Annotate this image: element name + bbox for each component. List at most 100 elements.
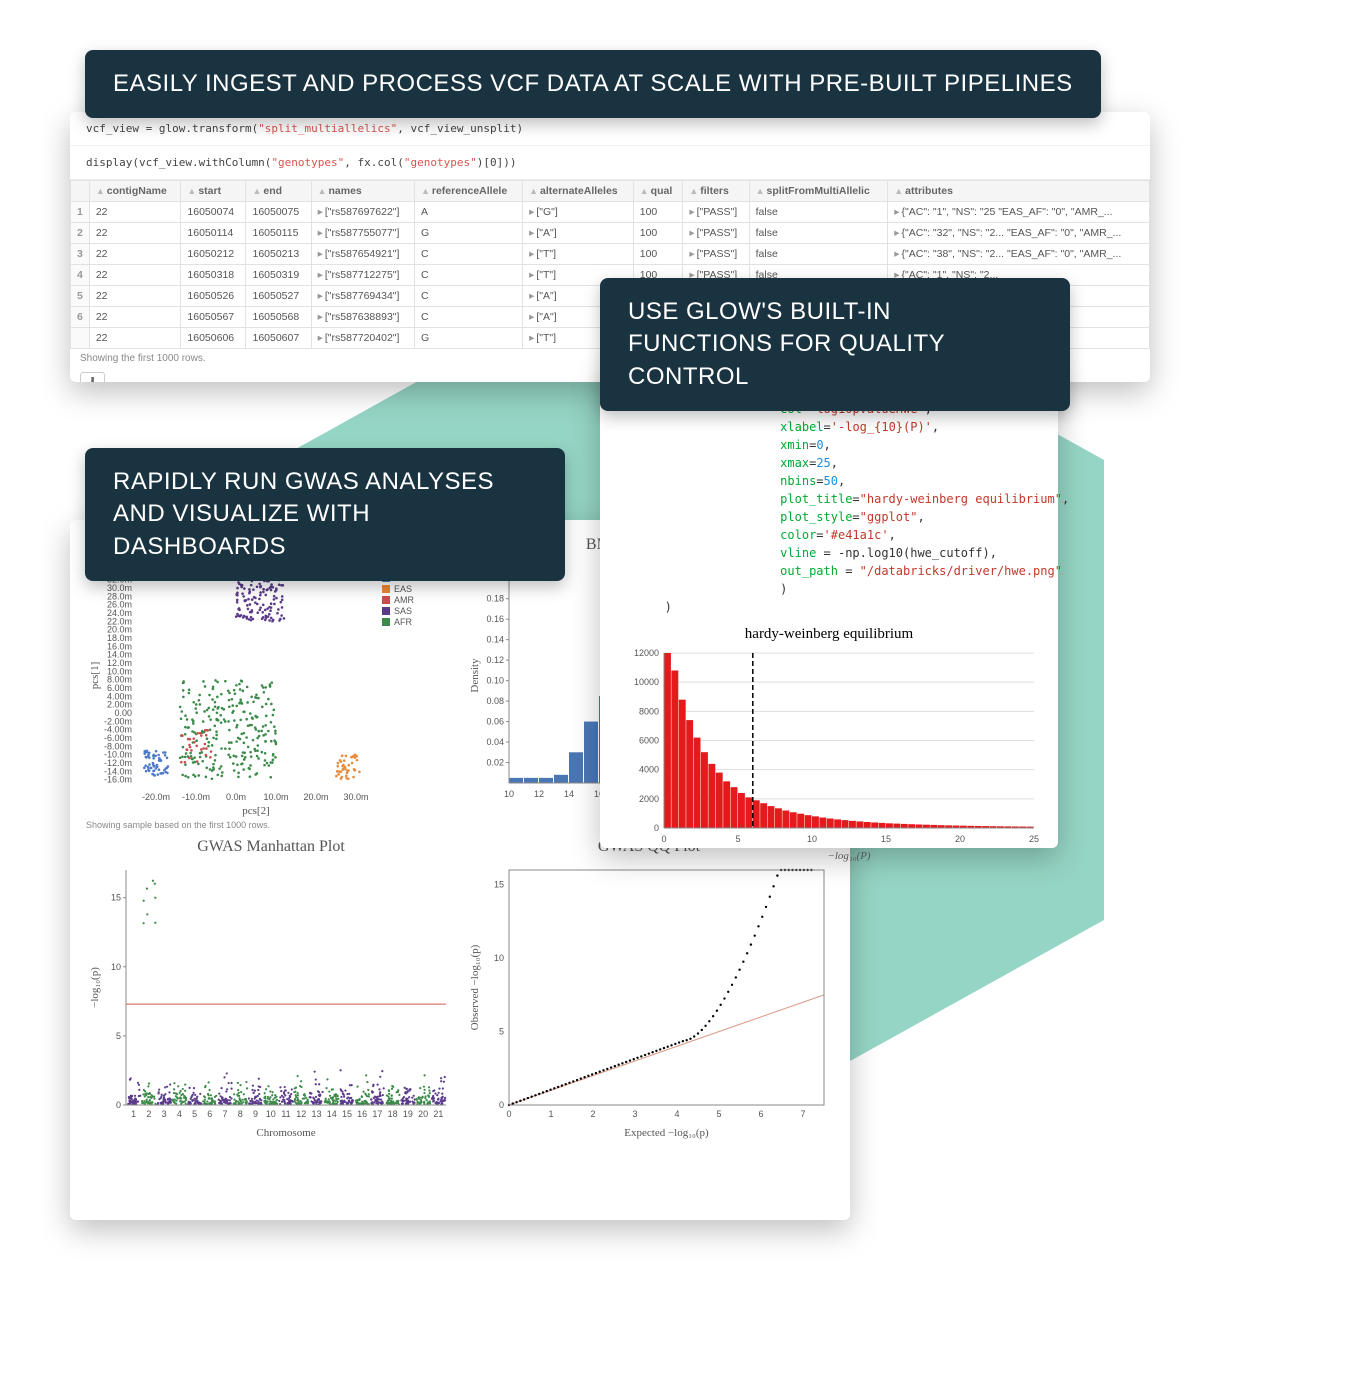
svg-text:-10.0m: -10.0m [182,792,210,802]
svg-text:4000: 4000 [639,765,659,775]
svg-text:13: 13 [311,1109,321,1119]
svg-text:1: 1 [548,1109,553,1119]
col-qual[interactable]: ▲qual [633,181,683,202]
callout-gwas: RAPIDLY RUN GWAS ANALYSES AND VISUALIZE … [85,448,565,581]
svg-text:0.12: 0.12 [486,655,504,665]
svg-text:0: 0 [661,834,666,844]
download-button[interactable]: ⬇ [80,372,105,382]
svg-text:10: 10 [266,1109,276,1119]
col-splitFromMultiAllelic[interactable]: ▲splitFromMultiAllelic [749,181,888,202]
svg-text:14: 14 [327,1109,337,1119]
svg-text:0: 0 [116,1100,121,1110]
svg-text:5: 5 [735,834,740,844]
svg-text:AMR: AMR [394,595,415,605]
col-referenceAllele[interactable]: ▲referenceAllele [414,181,522,202]
svg-text:SAS: SAS [394,606,412,616]
svg-text:3: 3 [632,1109,637,1119]
svg-text:0.10: 0.10 [486,676,504,686]
svg-text:pcs[2]: pcs[2] [242,805,270,817]
col-end[interactable]: ▲end [246,181,311,202]
svg-text:6000: 6000 [639,736,659,746]
svg-text:7: 7 [223,1109,228,1119]
callout-ingest: EASILY INGEST AND PROCESS VCF DATA AT SC… [85,50,1101,118]
svg-text:14: 14 [564,789,574,799]
svg-text:17: 17 [372,1109,382,1119]
col-names[interactable]: ▲names [311,181,414,202]
col-filters[interactable]: ▲filters [683,181,749,202]
qc-panel: display(plot_histogram(df=hwe.select("lo… [600,368,1058,848]
manhattan-chart: GWAS Manhattan Plot 05101512345678910111… [86,838,456,1140]
svg-text:30.0m: 30.0m [343,792,368,802]
svg-text:2: 2 [590,1109,595,1119]
svg-text:10: 10 [111,962,121,972]
svg-text:4: 4 [177,1109,182,1119]
svg-text:Chromosome: Chromosome [256,1127,315,1139]
svg-text:15: 15 [342,1109,352,1119]
qq-chart: GWAS QQ Plot 05101501234567Expected −log… [464,838,834,1140]
svg-text:15: 15 [494,880,504,890]
table-row[interactable]: 2221605011416050115▸["rs587755077"]G▸["A… [71,223,1150,244]
svg-text:5: 5 [716,1109,721,1119]
table-row[interactable]: 1221605007416050075▸["rs587697622"]A▸["G… [71,202,1150,223]
svg-text:Expected −log₁₀(p): Expected −log₁₀(p) [624,1127,709,1139]
hwe-chart: hardy-weinberg equilibrium 0200040006000… [614,626,1044,863]
svg-text:8: 8 [238,1109,243,1119]
svg-text:6: 6 [207,1109,212,1119]
svg-text:AFR: AFR [394,617,413,627]
table-row[interactable]: 3221605021216050213▸["rs587654921"]C▸["T… [71,244,1150,265]
svg-text:5: 5 [192,1109,197,1119]
svg-text:4: 4 [674,1109,679,1119]
svg-text:0.02: 0.02 [486,758,504,768]
svg-text:10: 10 [504,789,514,799]
svg-text:0.18: 0.18 [486,594,504,604]
svg-text:8000: 8000 [639,706,659,716]
svg-text:12000: 12000 [634,648,659,658]
col-attributes[interactable]: ▲attributes [888,181,1150,202]
svg-text:5: 5 [499,1027,504,1037]
svg-text:6: 6 [758,1109,763,1119]
svg-text:0.08: 0.08 [486,696,504,706]
svg-text:0.0m: 0.0m [226,792,246,802]
col-alternateAlleles[interactable]: ▲alternateAlleles [523,181,634,202]
python-code: display(plot_histogram(df=hwe.select("lo… [614,382,1044,616]
svg-text:10000: 10000 [634,677,659,687]
svg-text:12: 12 [296,1109,306,1119]
svg-text:0.14: 0.14 [486,635,504,645]
svg-text:7: 7 [800,1109,805,1119]
svg-text:15: 15 [881,834,891,844]
svg-text:5: 5 [116,1031,121,1041]
svg-text:9: 9 [253,1109,258,1119]
col-start[interactable]: ▲start [181,181,246,202]
svg-text:2000: 2000 [639,794,659,804]
svg-text:20: 20 [418,1109,428,1119]
svg-text:19: 19 [403,1109,413,1119]
svg-text:11: 11 [281,1109,290,1119]
svg-text:0.06: 0.06 [486,717,504,727]
svg-text:10: 10 [494,953,504,963]
svg-text:16: 16 [357,1109,367,1119]
svg-text:18: 18 [388,1109,398,1119]
col-contigName[interactable]: ▲contigName [89,181,181,202]
svg-text:pcs[1]: pcs[1] [89,662,101,690]
svg-text:0: 0 [506,1109,511,1119]
svg-text:0: 0 [654,823,659,833]
svg-text:20.0m: 20.0m [303,792,328,802]
svg-text:−log₁₀(P): −log₁₀(P) [827,850,871,862]
svg-text:10.0m: 10.0m [263,792,288,802]
svg-text:0.04: 0.04 [486,737,504,747]
svg-text:15: 15 [111,893,121,903]
svg-text:−log₁₀(p): −log₁₀(p) [89,967,101,1008]
svg-text:25: 25 [1029,834,1039,844]
svg-text:-20.0m: -20.0m [142,792,170,802]
code-cell-2: display(vcf_view.withColumn("genotypes",… [70,146,1150,180]
svg-text:3: 3 [162,1109,167,1119]
svg-text:21: 21 [433,1109,443,1119]
svg-text:2: 2 [146,1109,151,1119]
svg-text:20: 20 [955,834,965,844]
svg-text:Density: Density [469,658,481,693]
callout-qc: USE GLOW'S BUILT-IN FUNCTIONS FOR QUALIT… [600,278,1070,411]
svg-text:10: 10 [807,834,817,844]
svg-text:12: 12 [534,789,544,799]
svg-text:Observed −log₁₀(p): Observed −log₁₀(p) [469,944,481,1030]
svg-text:0: 0 [499,1100,504,1110]
